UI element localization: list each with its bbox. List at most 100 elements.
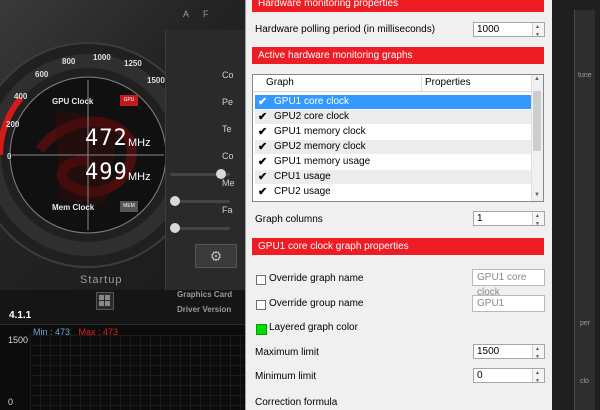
monitoring-graph: Min : 473 Max : 473 1500 0 <box>0 324 245 410</box>
minimum-limit-input[interactable]: 0 <box>473 367 545 388</box>
list-header: Graph Properties <box>253 75 533 92</box>
list-item[interactable]: ✔ GPU1 core clock <box>255 95 531 109</box>
gpu-clock-label: GPU Clock <box>52 97 94 106</box>
list-scrollbar[interactable]: ▲ ▼ <box>531 75 543 201</box>
graph-ymin: 0 <box>8 397 14 407</box>
window-frame <box>574 10 595 410</box>
scale-tick: 0 <box>7 152 12 161</box>
override-graph-name-label[interactable]: Override graph name <box>269 273 364 284</box>
scale-tick: 1250 <box>124 59 142 68</box>
gpu-clock-unit: MHz <box>128 137 151 149</box>
slider-knob[interactable] <box>170 196 180 206</box>
col-properties[interactable]: Properties <box>425 77 471 88</box>
correction-formula-label: Correction formula <box>255 397 338 408</box>
side-label-core-clock: Co <box>222 151 234 161</box>
scroll-down-icon[interactable]: ▼ <box>534 192 540 198</box>
driver-version-label: Driver Version <box>177 305 232 314</box>
scale-tick: 600 <box>35 70 49 79</box>
startup-toggle[interactable] <box>96 292 114 310</box>
list-item[interactable]: ✔ GPU1 memory usage <box>255 155 531 169</box>
slider-knob[interactable] <box>170 223 180 233</box>
polling-period-input[interactable]: 1000 <box>473 21 545 42</box>
maximum-limit-input[interactable]: 1500 <box>473 343 545 364</box>
polling-period-label: Hardware polling period (in milliseconds… <box>255 24 436 35</box>
gpu-chip-icon: GPU <box>120 95 138 106</box>
maximum-limit-value: 1500 <box>477 346 500 357</box>
minimum-limit-label: Minimum limit <box>255 371 317 382</box>
graph-name-input[interactable]: GPU1 core clock <box>472 269 545 298</box>
scale-tick: 1000 <box>93 53 111 62</box>
side-label-core: Co <box>222 70 234 80</box>
list-item[interactable]: ✔ GPU2 memory clock <box>255 140 531 154</box>
slider-knob[interactable] <box>216 169 226 179</box>
settings-button[interactable]: ⚙ <box>195 244 237 268</box>
side-label-memory: Me <box>222 178 235 188</box>
side-label-power: Pe <box>222 97 234 107</box>
graph-min-max: Min : 473 Max : 473 <box>33 327 118 337</box>
version-label: 4.1.1 <box>9 310 32 321</box>
override-graph-name-checkbox[interactable] <box>256 275 266 285</box>
graph-columns-label: Graph columns <box>255 214 323 225</box>
group-name-input[interactable]: GPU1 <box>472 295 545 312</box>
polling-period-value: 1000 <box>477 24 500 35</box>
mem-clock-value: 499 <box>85 160 128 185</box>
memory-chip-icon: MEM <box>120 201 138 212</box>
list-item[interactable]: ✔ CPU1 usage <box>255 170 531 184</box>
partial-label: clo <box>580 378 589 385</box>
windows-icon <box>99 295 104 300</box>
graph-columns-input[interactable]: 1 <box>473 210 545 231</box>
scroll-up-icon[interactable]: ▲ <box>534 76 540 82</box>
list-item[interactable]: ✔ GPU2 core clock <box>255 110 531 124</box>
scale-tick: 800 <box>62 57 76 66</box>
graph-grid <box>30 335 245 410</box>
gear-icon: ⚙ <box>209 248 223 264</box>
core-clock-slider[interactable] <box>170 169 230 179</box>
gpu-clock-value: 472 <box>85 126 128 151</box>
minimum-limit-value: 0 <box>477 370 483 381</box>
graphs-list[interactable]: Graph Properties ✔ GPU1 core clock ✔ GPU2 … <box>252 74 544 202</box>
checkmark-icon[interactable]: ✔ <box>258 185 267 199</box>
scroll-thumb[interactable] <box>533 91 541 151</box>
list-item[interactable]: ✔ CPU2 usage <box>255 185 531 199</box>
partial-label: tune <box>578 72 592 79</box>
mem-clock-unit: MHz <box>128 171 151 183</box>
scale-tick: 1500 <box>147 76 165 85</box>
side-label-temp: Te <box>222 124 232 134</box>
background-window-right: tune per clo <box>552 0 600 410</box>
override-group-name-label[interactable]: Override group name <box>269 298 364 309</box>
checkmark-icon[interactable]: ✔ <box>258 125 267 139</box>
afterburner-window: A F Co Pe Te Co Me Fa ⚙ GPU Clock GPU 47… <box>0 0 245 410</box>
fan-speed-slider[interactable] <box>170 223 230 233</box>
mem-clock-label: Mem Clock <box>52 203 95 212</box>
spin-arrows-icon[interactable] <box>532 343 544 364</box>
graph-columns-value: 1 <box>477 213 483 224</box>
graph-max: Max : 473 <box>78 327 119 337</box>
layered-graph-color-swatch[interactable] <box>256 324 267 335</box>
graph-ymax: 1500 <box>8 335 29 345</box>
scale-tick: 200 <box>6 120 20 129</box>
graph-min: Min : 473 <box>33 327 71 337</box>
side-label-fan: Fa <box>222 205 233 215</box>
checkmark-icon[interactable]: ✔ <box>258 140 267 154</box>
section-hardware-monitoring: Hardware monitoring properties <box>252 0 544 12</box>
partial-label: per <box>580 320 591 327</box>
brand-logo: A F <box>183 9 215 19</box>
layered-graph-color-label[interactable]: Layered graph color <box>269 322 358 333</box>
section-graph-properties: GPU1 core clock graph properties <box>252 238 544 255</box>
maximum-limit-label: Maximum limit <box>255 347 319 358</box>
checkmark-icon[interactable]: ✔ <box>258 170 267 184</box>
graphics-card-label: Graphics Card <box>177 290 233 299</box>
override-group-name-checkbox[interactable] <box>256 300 266 310</box>
memory-clock-slider[interactable] <box>170 196 230 206</box>
col-graph[interactable]: Graph <box>266 77 294 88</box>
monitoring-properties-dialog: Hardware monitoring properties Hardware … <box>245 0 554 410</box>
checkmark-icon[interactable]: ✔ <box>258 110 267 124</box>
spin-arrows-icon[interactable] <box>532 367 544 388</box>
section-active-graphs: Active hardware monitoring graphs <box>252 47 544 64</box>
checkmark-icon[interactable]: ✔ <box>258 95 267 109</box>
checkmark-icon[interactable]: ✔ <box>258 155 267 169</box>
list-item[interactable]: ✔ GPU1 memory clock <box>255 125 531 139</box>
spin-arrows-icon[interactable] <box>532 21 544 42</box>
scale-tick: 400 <box>14 92 28 101</box>
spin-arrows-icon[interactable] <box>532 210 544 231</box>
